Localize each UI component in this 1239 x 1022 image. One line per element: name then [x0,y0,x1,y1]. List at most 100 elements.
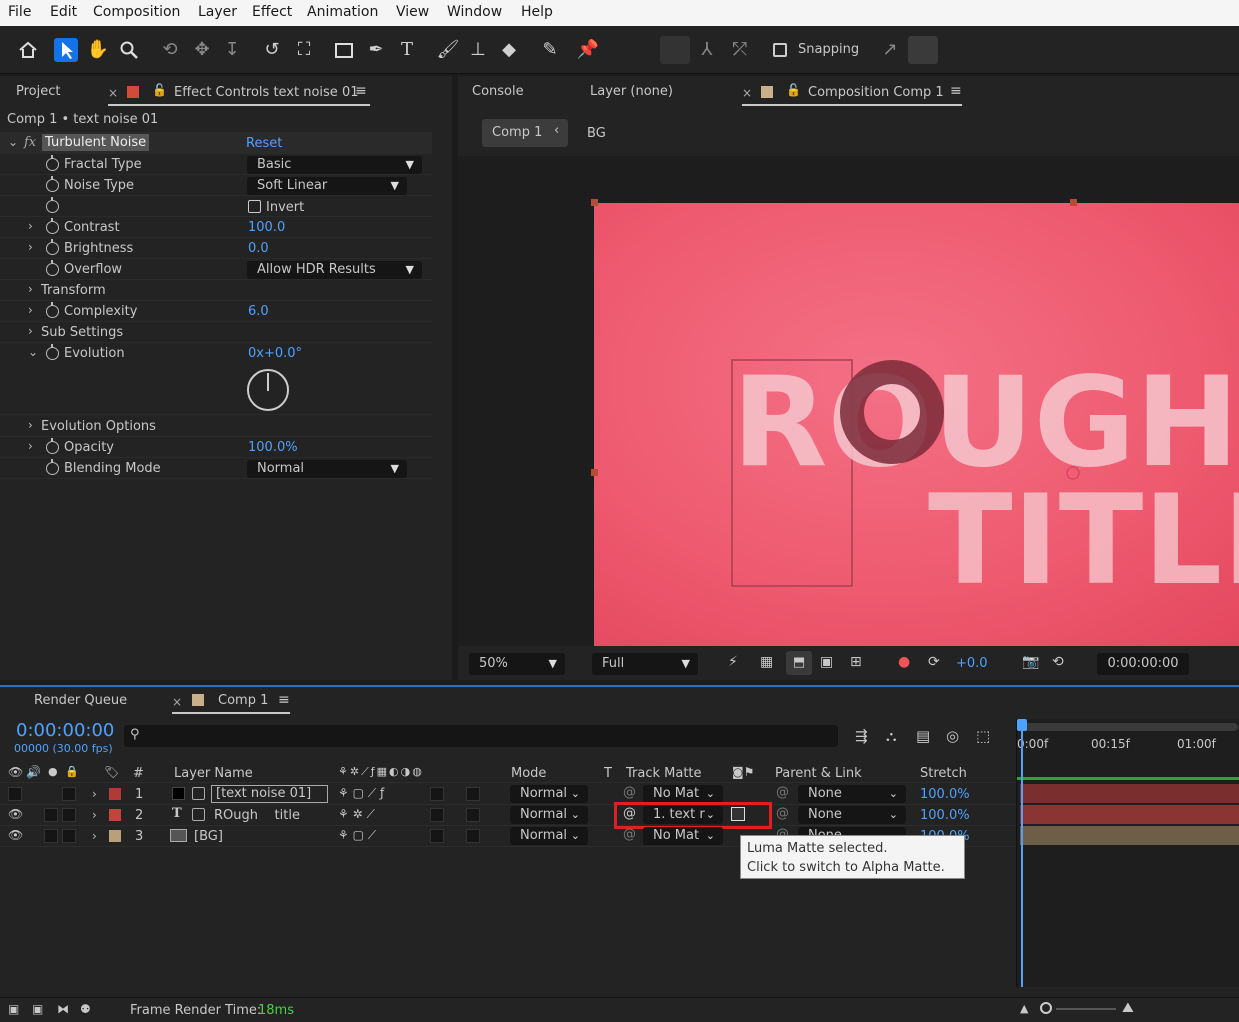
pan-camera-icon[interactable]: ✥ [190,38,214,62]
layer-label-color[interactable] [109,788,121,800]
opacity-value[interactable]: 100.0% [248,440,298,455]
layer-label-color[interactable] [109,809,121,821]
solo-toggle[interactable] [44,829,58,843]
mode-dropdown[interactable]: Normal ⌄ [510,785,588,803]
selection-tool-icon[interactable] [54,38,78,62]
switch-box[interactable] [466,787,480,801]
transparency-grid-icon[interactable]: ▦ [760,654,773,670]
zoom-dropdown[interactable]: 50% ▼ [469,653,565,675]
bg-breadcrumb[interactable]: BG [587,126,606,141]
parent-dropdown[interactable]: None⌄ [798,785,906,803]
track-matte-dropdown[interactable]: No Mat ⌄ [643,827,723,845]
visibility-toggle[interactable] [8,787,22,801]
panel-menu-icon[interactable]: ≡ [355,83,367,99]
parent-dropdown[interactable]: None⌄ [798,806,906,824]
menu-view[interactable]: View [396,4,429,20]
zoom-slider-handle[interactable] [1040,1002,1052,1014]
menu-window[interactable]: Window [447,4,502,20]
complexity-value[interactable]: 6.0 [248,304,269,319]
menu-edit[interactable]: Edit [50,4,77,20]
resolution-dropdown[interactable]: Full ▼ [592,653,698,675]
switch-box[interactable] [466,808,480,822]
rectangle-tool-icon[interactable] [332,38,356,62]
parent-pickwhip-icon[interactable]: @ [776,806,789,821]
layer-row-1[interactable]: › 1 [text noise 01] ⚘ ▢ ⟋ ƒ Normal ⌄ @ No… [0,784,1016,805]
layer-switches[interactable]: ⚘ ▢ ⟋ ƒ [338,786,384,801]
tab-comp[interactable]: Comp 1 [218,693,268,708]
layer-name[interactable]: [BG] [194,829,223,844]
luma-matte-toggle-icon[interactable] [731,807,745,821]
puppet-tool-icon[interactable]: 📌 [576,38,600,62]
current-time[interactable]: 0:00:00:00 [16,720,114,741]
view-axis-mode-icon[interactable]: ⤱ [728,38,752,62]
contrast-value[interactable]: 100.0 [248,220,285,235]
tab-composition[interactable]: Composition Comp 1 [808,85,944,100]
stopwatch-icon[interactable] [46,344,59,360]
chevron-down-icon[interactable]: ⌄ [28,345,38,359]
reset-link[interactable]: Reset [246,136,282,151]
stopwatch-icon[interactable] [46,197,59,213]
close-icon[interactable]: × [108,86,118,100]
matte-pickwhip-icon[interactable]: @ [623,785,636,800]
layer-switches-icon[interactable]: ▣ [8,1002,19,1016]
viewer-canvas[interactable]: ROUGH TITLE [458,156,1239,646]
stretch-value[interactable]: 100.0% [920,808,970,823]
layer-switches[interactable]: ⚘ ✲ ⟋ [338,807,375,822]
lock-icon[interactable]: 🔓 [152,83,167,97]
bounding-handle[interactable] [1070,199,1077,206]
playhead[interactable] [1021,725,1023,987]
pen-tool-icon[interactable]: ✒ [364,38,388,62]
effect-name[interactable]: Turbulent Noise [42,134,150,151]
anchor-point-tool-icon[interactable]: ⛶ [292,38,316,62]
blending-mode-dropdown[interactable]: Normal ▼ [247,460,407,478]
track-matte-dropdown[interactable]: No Mat ⌄ [643,785,723,803]
roto-brush-tool-icon[interactable]: ✎ [538,38,562,62]
tab-project[interactable]: Project [16,84,60,99]
fast-previews-icon[interactable]: ⚡ [728,654,738,670]
snapping-checkbox[interactable] [773,43,787,57]
stretch-value[interactable]: 100.0% [920,787,970,802]
render-time-icon[interactable]: ⚉ [80,1002,91,1016]
stopwatch-icon[interactable] [46,438,59,454]
menu-file[interactable]: File [8,4,31,20]
frame-blending-icon[interactable]: ▤ [916,727,930,745]
hand-tool-icon[interactable]: ✋ [86,38,110,62]
show-snapshot-icon[interactable]: ⟲ [1052,654,1064,670]
stopwatch-icon[interactable] [46,239,59,255]
chevron-right-icon[interactable]: › [92,787,97,801]
stopwatch-icon[interactable] [46,459,59,475]
noise-type-dropdown[interactable]: Soft Linear ▼ [247,177,407,195]
layer-bar-1[interactable] [1020,784,1239,803]
menu-composition[interactable]: Composition [93,4,180,20]
comp-breadcrumb[interactable]: Comp 1 ‹ [482,119,568,147]
chevron-down-icon[interactable]: ⌄ [8,135,18,149]
stopwatch-icon[interactable] [46,155,59,171]
local-axis-mode-icon[interactable] [660,36,690,64]
tab-layer[interactable]: Layer (none) [590,84,673,99]
region-of-interest-icon[interactable]: ▣ [820,654,833,670]
home-icon[interactable] [16,38,40,62]
bounding-handle[interactable] [591,469,598,476]
menu-help[interactable]: Help [521,4,553,20]
layer-name[interactable]: ROugh title [214,808,300,823]
menu-effect[interactable]: Effect [252,4,292,20]
chevron-right-icon[interactable]: › [28,418,33,432]
header-layer-name[interactable]: Layer Name [174,766,253,781]
motion-blur-icon[interactable]: ◎ [946,727,959,745]
type-tool-icon[interactable]: T [395,38,419,62]
switch-box[interactable] [430,808,444,822]
layer-bar-3[interactable] [1020,826,1239,845]
mask-visibility-icon[interactable]: ⬒ [786,651,812,675]
lock-icon[interactable]: 🔓 [786,83,801,97]
brightness-value[interactable]: 0.0 [248,241,269,256]
brush-tool-icon[interactable]: 🖌 [436,38,460,62]
world-axis-mode-icon[interactable]: ⅄ [695,38,719,62]
chevron-right-icon[interactable]: › [28,282,33,296]
channels-icon[interactable]: ● [898,654,910,670]
solo-toggle[interactable] [44,808,58,822]
draft-3d-icon[interactable]: ⇶ [855,727,868,745]
tab-render-queue[interactable]: Render Queue [34,693,127,708]
menu-animation[interactable]: Animation [307,4,378,20]
clone-stamp-tool-icon[interactable]: ⊥ [466,38,490,62]
eraser-tool-icon[interactable]: ◆ [497,38,521,62]
